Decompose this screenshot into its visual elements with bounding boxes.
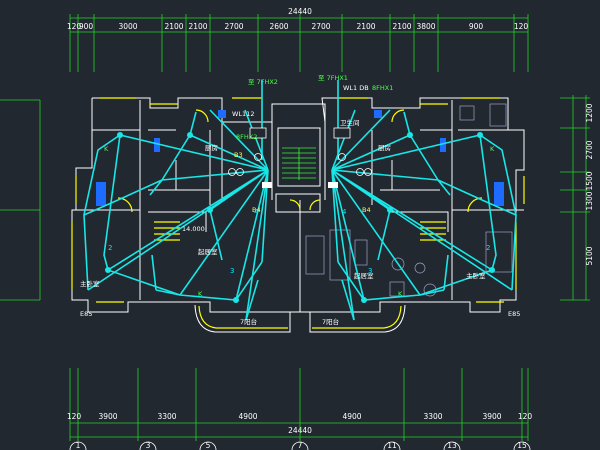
bottom-dim-segment: 3300 — [157, 412, 176, 421]
fixture-dot — [477, 132, 483, 138]
top-dim-segment: 2700 — [224, 22, 243, 31]
e85-right-label: E85 — [508, 310, 520, 318]
top-dim-segment: 2100 — [356, 22, 375, 31]
wire-count-4-right: 4 — [342, 208, 347, 216]
room-b3-label: B3 — [234, 151, 243, 159]
kitchen-label: 厨房 — [205, 143, 218, 152]
bottom-dim-segment: 3300 — [423, 412, 442, 421]
axis-bubble-label: 11 — [387, 441, 397, 450]
balcony-right-label: 7阳台 — [322, 317, 339, 326]
bath-label: 卫生间 — [340, 118, 360, 127]
fixture-dot — [207, 207, 213, 213]
right-dim-segment: 2700 — [585, 140, 594, 159]
feeder-left-label: 至 7FHX2 — [248, 78, 278, 86]
right-dim-segment: 1300 — [585, 191, 594, 210]
top-dim-segment: 2100 — [392, 22, 411, 31]
top-dim-segment: 900 — [469, 22, 484, 31]
top-grid-lines — [69, 36, 529, 72]
left-extension-lines — [0, 99, 41, 301]
bottom-dim-segment: 3900 — [98, 412, 117, 421]
kitchen-right-label: 厨房 — [378, 143, 391, 152]
wire-count-2-left: 2 — [108, 244, 112, 252]
room-b4-right-label: B4 — [362, 206, 371, 214]
top-dim-segment: 2600 — [269, 22, 288, 31]
meter-box-left — [262, 182, 272, 188]
wire-count-2-right: 2 — [486, 244, 490, 252]
box-left-label: 8FHX2 — [236, 133, 257, 141]
axis-bubble-label: 15 — [517, 441, 527, 450]
axis-bubbles: 1 3 5 7 11 13 15 — [69, 441, 531, 450]
switch-symbol — [228, 168, 236, 176]
top-dim-segment: 2100 — [188, 22, 207, 31]
bed-left-label: 主卧室 — [80, 279, 100, 288]
switch-k-right: K — [490, 145, 495, 153]
switch-symbol — [364, 168, 372, 176]
axis-bubble-label: 13 — [447, 441, 457, 450]
bottom-dim-segment: 120 — [67, 412, 82, 421]
wire-count-4-left: 4 — [254, 208, 259, 216]
bed-right-label: 主卧室 — [466, 271, 486, 280]
bottom-dimension-chain: 24440 120 3900 3300 4900 4900 3300 3900 120 — [67, 368, 533, 441]
top-dimension-chain: 24440 120900 3000 2100 2100 2700 2600 2700 2100… — [67, 7, 529, 36]
fixture-dot — [489, 267, 495, 273]
top-dim-segment: 3000 — [118, 22, 137, 31]
axis-bubble-label: 1 — [76, 441, 81, 450]
stair-treads — [282, 147, 316, 180]
top-dim-segment: 120 — [514, 22, 529, 31]
right-dimension-chain: 1200 2700 15001300 5100 — [560, 95, 594, 301]
wl-left-label: WL112 — [232, 110, 254, 118]
axis-bubble-label: 5 — [206, 441, 211, 450]
e85-left-label: E85 — [80, 310, 92, 318]
top-dim-segment: 2100 — [164, 22, 183, 31]
top-dim-segment: 3800 — [416, 22, 435, 31]
fixture-dot — [387, 207, 393, 213]
fixture-dot — [105, 267, 111, 273]
wl-right-label: WL1 DB — [343, 84, 369, 92]
balcony-left-label: 7阳台 — [240, 317, 257, 326]
bottom-dim-segment: 120 — [518, 412, 533, 421]
fixture-dot — [407, 132, 413, 138]
fixture-dot — [361, 297, 367, 303]
right-dim-segment: 5100 — [585, 246, 594, 265]
box-right-label: 8FHX1 — [372, 84, 393, 92]
floor-plan-walls — [71, 97, 525, 333]
bottom-dim-segment: 4900 — [342, 412, 361, 421]
wire-count-3-left: 3 — [230, 267, 234, 275]
switch-k-left: K — [104, 145, 109, 153]
electrical-floor-plan: 24440 120900 3000 2100 2100 2700 2600 2700 2100… — [0, 7, 594, 450]
fixture-dot — [233, 297, 239, 303]
fixture-dot — [117, 132, 123, 138]
height-label: 14.000 — [182, 225, 205, 233]
living-left-label: 起居室 — [198, 247, 218, 256]
switch-k-left-living: K — [198, 290, 203, 298]
fixture-dot — [187, 132, 193, 138]
bottom-dim-segment: 3900 — [482, 412, 501, 421]
wire-count-3-right: 3 — [368, 267, 372, 275]
switch-k-right-living: K — [398, 290, 403, 298]
bottom-dim-segment: 4900 — [238, 412, 257, 421]
distribution-box-right — [333, 127, 351, 139]
meter-box-right — [328, 182, 338, 188]
top-dim-segment: 2700 — [311, 22, 330, 31]
axis-bubble-label: 3 — [146, 441, 151, 450]
right-dim-segment: 1200 — [585, 103, 594, 122]
right-dim-segment: 1500 — [585, 171, 594, 190]
axis-bubble-label: 7 — [298, 441, 303, 450]
feeder-right-label: 至 7FHX1 — [318, 74, 348, 82]
top-dim-segment: 900 — [79, 22, 94, 31]
